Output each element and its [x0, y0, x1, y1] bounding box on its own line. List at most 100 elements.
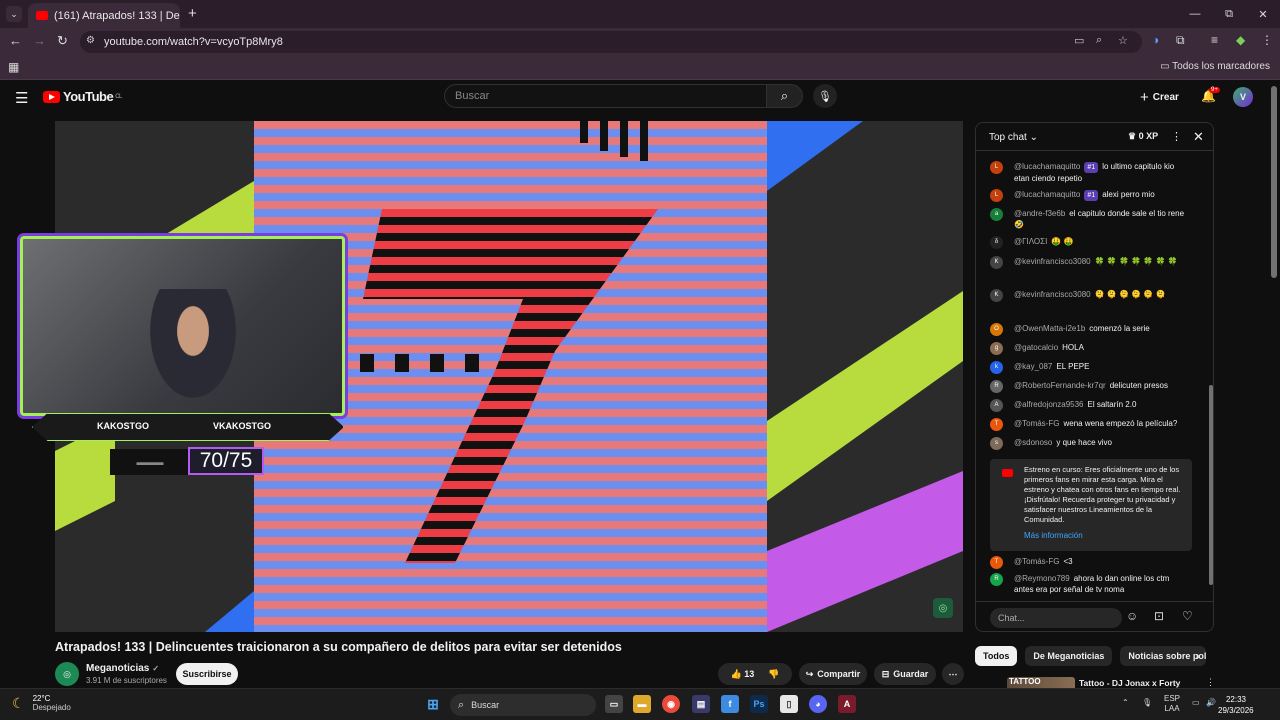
chat-username[interactable]: @RobertoFernande-kr7qr: [1014, 381, 1106, 390]
chat-username[interactable]: @andre-f3e6b: [1014, 209, 1065, 218]
chat-more-icon[interactable]: ⋮: [1171, 130, 1182, 143]
site-info-icon[interactable]: ⚙: [86, 35, 95, 46]
chat-username[interactable]: @kevinfrancisco3080: [1014, 257, 1091, 266]
chat-username[interactable]: @Reymono789: [1014, 574, 1070, 583]
restore-button[interactable]: ⧉: [1212, 0, 1246, 28]
dislike-button[interactable]: 👎: [768, 669, 779, 680]
more-info-link[interactable]: Más información: [1024, 531, 1083, 541]
chat-username[interactable]: @kay_087: [1014, 362, 1052, 371]
chat-avatar[interactable]: R: [990, 573, 1003, 586]
chrome-icon[interactable]: ◉: [662, 695, 680, 713]
xp-badge[interactable]: ♛ 0 XP: [1128, 131, 1158, 142]
chat-avatar[interactable]: L: [990, 161, 1003, 174]
more-actions-button[interactable]: ⋯: [942, 663, 964, 685]
app-icon[interactable]: ▤: [692, 695, 710, 713]
chat-mode-selector[interactable]: Top chat ⌄: [989, 132, 1038, 143]
taskbar-search[interactable]: ⌕ Buscar: [450, 694, 596, 716]
share-button[interactable]: ↪ Compartir: [799, 663, 867, 685]
tray-chevron-icon[interactable]: ⌃: [1122, 698, 1129, 707]
chat-avatar[interactable]: T: [990, 418, 1003, 431]
zoom-icon[interactable]: ⌕: [1096, 34, 1102, 47]
filter-chip[interactable]: De Meganoticias: [1025, 646, 1113, 666]
chat-avatar[interactable]: a: [990, 208, 1003, 221]
voice-search-button[interactable]: 🎙: [813, 84, 837, 108]
file-explorer-icon[interactable]: ▬: [633, 695, 651, 713]
task-view-icon[interactable]: ▭: [605, 695, 623, 713]
extension-icon[interactable]: ◑: [1152, 33, 1159, 47]
chat-username[interactable]: @Tomás-FG: [1014, 419, 1059, 428]
save-button[interactable]: ⊟ Guardar: [874, 663, 936, 685]
chat-avatar[interactable]: T: [990, 556, 1003, 569]
account-avatar[interactable]: V: [1233, 87, 1253, 107]
cast-icon[interactable]: ▭: [1074, 34, 1084, 47]
chat-avatar[interactable]: R: [990, 380, 1003, 393]
channel-name[interactable]: Meganoticias ✓: [86, 663, 159, 674]
chat-avatar[interactable]: K: [990, 256, 1003, 269]
recommended-title[interactable]: Tattoo - DJ Jonax x Forty: [1079, 678, 1180, 688]
chat-username[interactable]: @ΓΙΛΟΣΙ: [1014, 237, 1047, 246]
discord-icon[interactable]: ◕: [809, 695, 827, 713]
browser-tab[interactable]: (161) Atrapados! 133 | Delincuentes ✕: [28, 3, 180, 28]
chat-avatar[interactable]: k: [990, 361, 1003, 374]
search-input[interactable]: Buscar: [444, 84, 767, 108]
network-icon[interactable]: ▭: [1192, 698, 1200, 707]
all-bookmarks[interactable]: ▭ Todos los marcadores: [1160, 61, 1270, 72]
chat-avatar[interactable]: g: [990, 342, 1003, 355]
like-button[interactable]: 👍 13: [731, 669, 755, 680]
filter-chip[interactable]: Noticias sobre polít: [1120, 646, 1207, 666]
language-indicator[interactable]: ESP LAA: [1164, 694, 1180, 714]
notifications-button[interactable]: 🔔 9+: [1201, 87, 1220, 103]
chat-avatar[interactable]: s: [990, 437, 1003, 450]
channel-avatar[interactable]: ◎: [55, 662, 79, 686]
recommended-more-icon[interactable]: ⋮: [1206, 677, 1215, 688]
chat-username[interactable]: @lucachamaquitto: [1014, 190, 1080, 199]
apps-grid-icon[interactable]: ▦: [8, 60, 19, 74]
app-icon-2[interactable]: f: [721, 695, 739, 713]
url-bar[interactable]: ⚙ youtube.com/watch?v=vcyoTp8Mry8 ▭ ⌕ ☆: [80, 31, 1142, 53]
page-scrollbar[interactable]: [1271, 86, 1277, 278]
chat-username[interactable]: @gatocalcio: [1014, 343, 1058, 352]
windows-start-icon[interactable]: ⊞: [424, 695, 442, 713]
chat-username[interactable]: @kevinfrancisco3080: [1014, 290, 1091, 299]
hamburger-menu-icon[interactable]: ☰: [15, 89, 28, 107]
heart-icon[interactable]: ♡: [1182, 609, 1193, 623]
filter-chip[interactable]: Todos: [975, 646, 1018, 666]
taskbar-clock[interactable]: 22:33 29/3/2026: [1218, 694, 1254, 716]
chat-username[interactable]: @sdonoso: [1014, 438, 1052, 447]
chat-username[interactable]: @lucachamaquitto: [1014, 162, 1080, 171]
subscribe-button[interactable]: Suscribirse: [176, 663, 238, 685]
create-button[interactable]: + Crear: [1140, 89, 1179, 106]
chat-input[interactable]: Chat...: [990, 608, 1122, 628]
profile-icon[interactable]: ◆: [1236, 33, 1245, 47]
chat-close-icon[interactable]: ✕: [1193, 129, 1204, 145]
chat-scroll-thumb[interactable]: [1209, 385, 1213, 585]
app-icon-3[interactable]: A: [838, 695, 856, 713]
chevron-right-icon[interactable]: ›: [1196, 649, 1200, 663]
browser-menu-icon[interactable]: ⋮: [1261, 33, 1273, 47]
chat-username[interactable]: @OwenMatta-i2e1b: [1014, 324, 1085, 333]
photoshop-icon[interactable]: Ps: [750, 695, 768, 713]
emoji-icon[interactable]: ☺: [1126, 609, 1138, 623]
chat-avatar[interactable]: δ: [990, 236, 1003, 249]
search-button[interactable]: ⌕: [767, 84, 803, 108]
channel-watermark-icon[interactable]: ◎: [933, 598, 953, 618]
bookmark-star-icon[interactable]: ☆: [1118, 34, 1128, 47]
chat-avatar[interactable]: L: [990, 189, 1003, 202]
volume-icon[interactable]: 🔊: [1206, 698, 1216, 707]
super-chat-icon[interactable]: ⊡: [1154, 609, 1164, 623]
youtube-logo[interactable]: YouTube CL: [43, 89, 122, 104]
chat-scrollbar[interactable]: [1209, 155, 1213, 595]
new-tab-button[interactable]: +: [188, 5, 197, 22]
reload-icon[interactable]: ↻: [57, 33, 68, 49]
chat-avatar[interactable]: K: [990, 289, 1003, 302]
tab-search-menu[interactable]: ⌄: [6, 6, 22, 22]
back-arrow-icon[interactable]: ←: [9, 33, 22, 48]
close-window-button[interactable]: ✕: [1246, 0, 1280, 28]
document-icon[interactable]: ▯: [780, 695, 798, 713]
recommended-thumbnail[interactable]: TATTOO: [1007, 677, 1075, 688]
chat-username[interactable]: @Tomás-FG: [1014, 557, 1059, 566]
chat-avatar[interactable]: O: [990, 323, 1003, 336]
forward-arrow-icon[interactable]: →: [33, 33, 46, 48]
chat-username[interactable]: @alfredojonza9536: [1014, 400, 1084, 409]
reading-list-icon[interactable]: ≡: [1211, 33, 1218, 47]
